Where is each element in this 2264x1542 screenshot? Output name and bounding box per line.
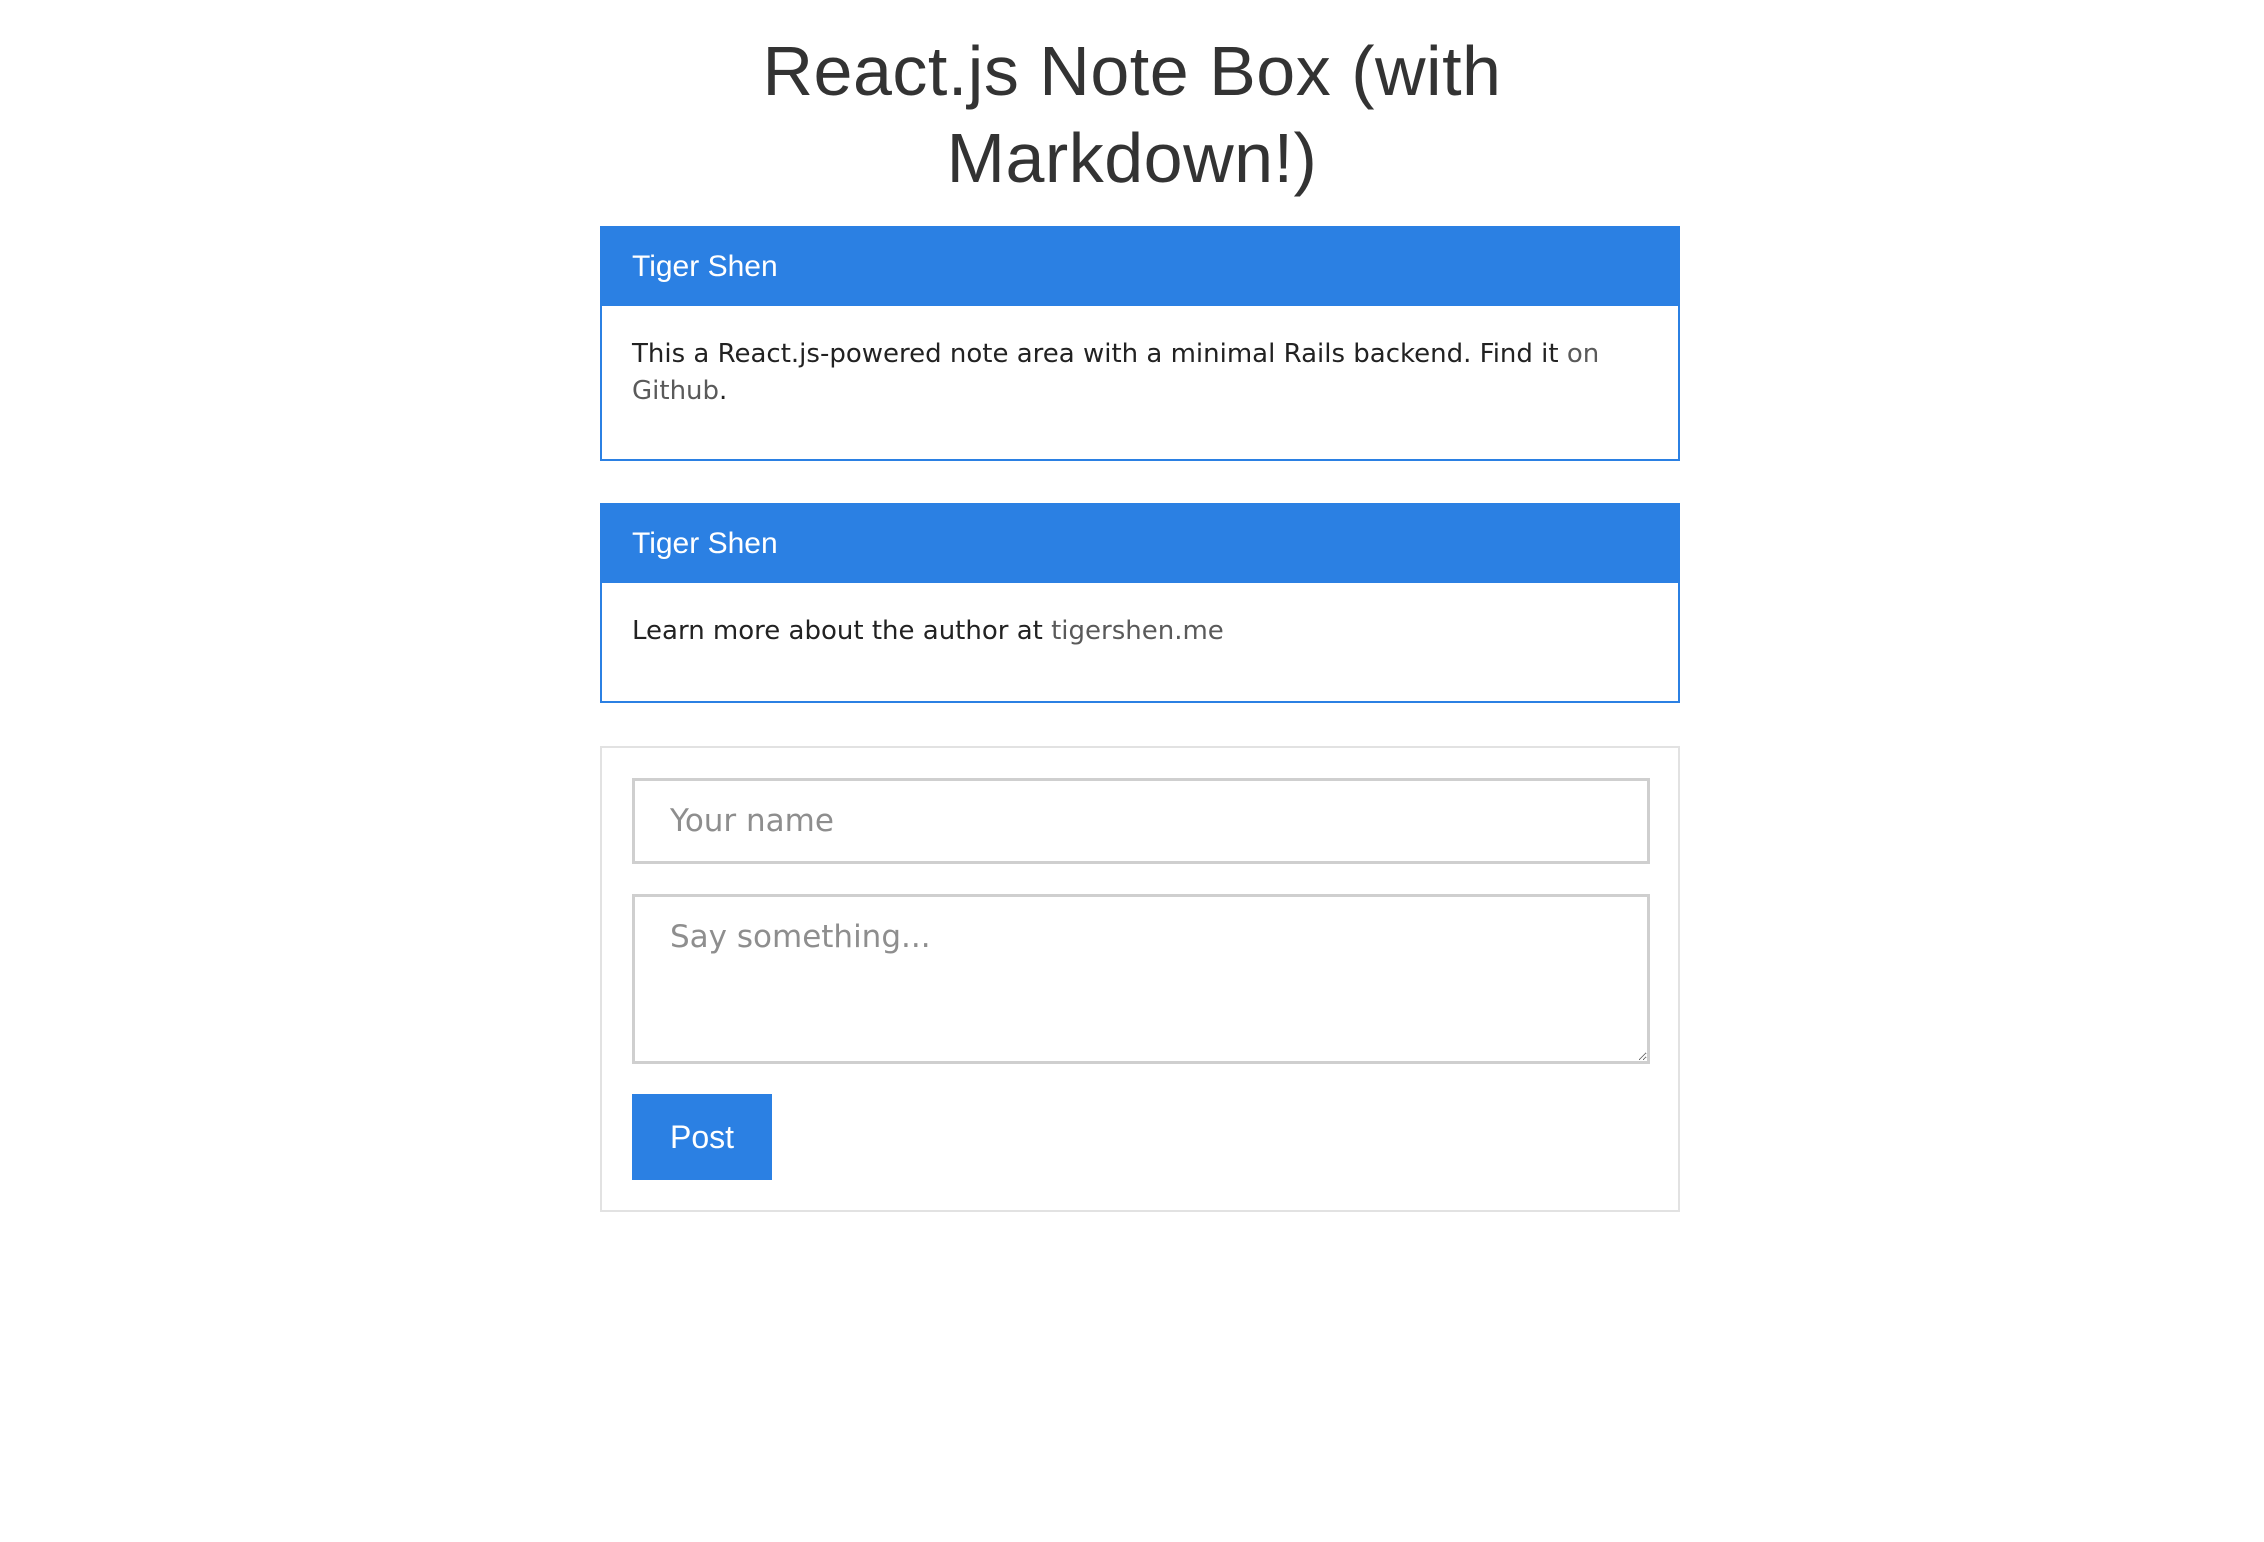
note-text: Learn more about the author at tigershen… bbox=[602, 583, 1678, 650]
note-text-after: . bbox=[719, 376, 728, 406]
name-input[interactable] bbox=[632, 778, 1650, 864]
note-text-before: This a React.js-powered note area with a… bbox=[632, 339, 1567, 369]
note-author: Tiger Shen bbox=[602, 228, 1678, 306]
page-title: React.js Note Box (with Markdown!) bbox=[762, 32, 1502, 197]
note-text: This a React.js-powered note area with a… bbox=[602, 306, 1678, 410]
note-author: Tiger Shen bbox=[602, 505, 1678, 583]
page: React.js Note Box (with Markdown!) Tiger… bbox=[0, 0, 2264, 1542]
note-text-before: Learn more about the author at bbox=[632, 616, 1052, 646]
note-textarea[interactable] bbox=[632, 894, 1650, 1064]
author-site-link[interactable]: tigershen.me bbox=[1051, 616, 1224, 646]
note-card: Tiger Shen Learn more about the author a… bbox=[600, 503, 1680, 703]
note-form: Post bbox=[600, 746, 1680, 1212]
note-card: Tiger Shen This a React.js-powered note … bbox=[600, 226, 1680, 461]
post-button[interactable]: Post bbox=[632, 1094, 772, 1180]
